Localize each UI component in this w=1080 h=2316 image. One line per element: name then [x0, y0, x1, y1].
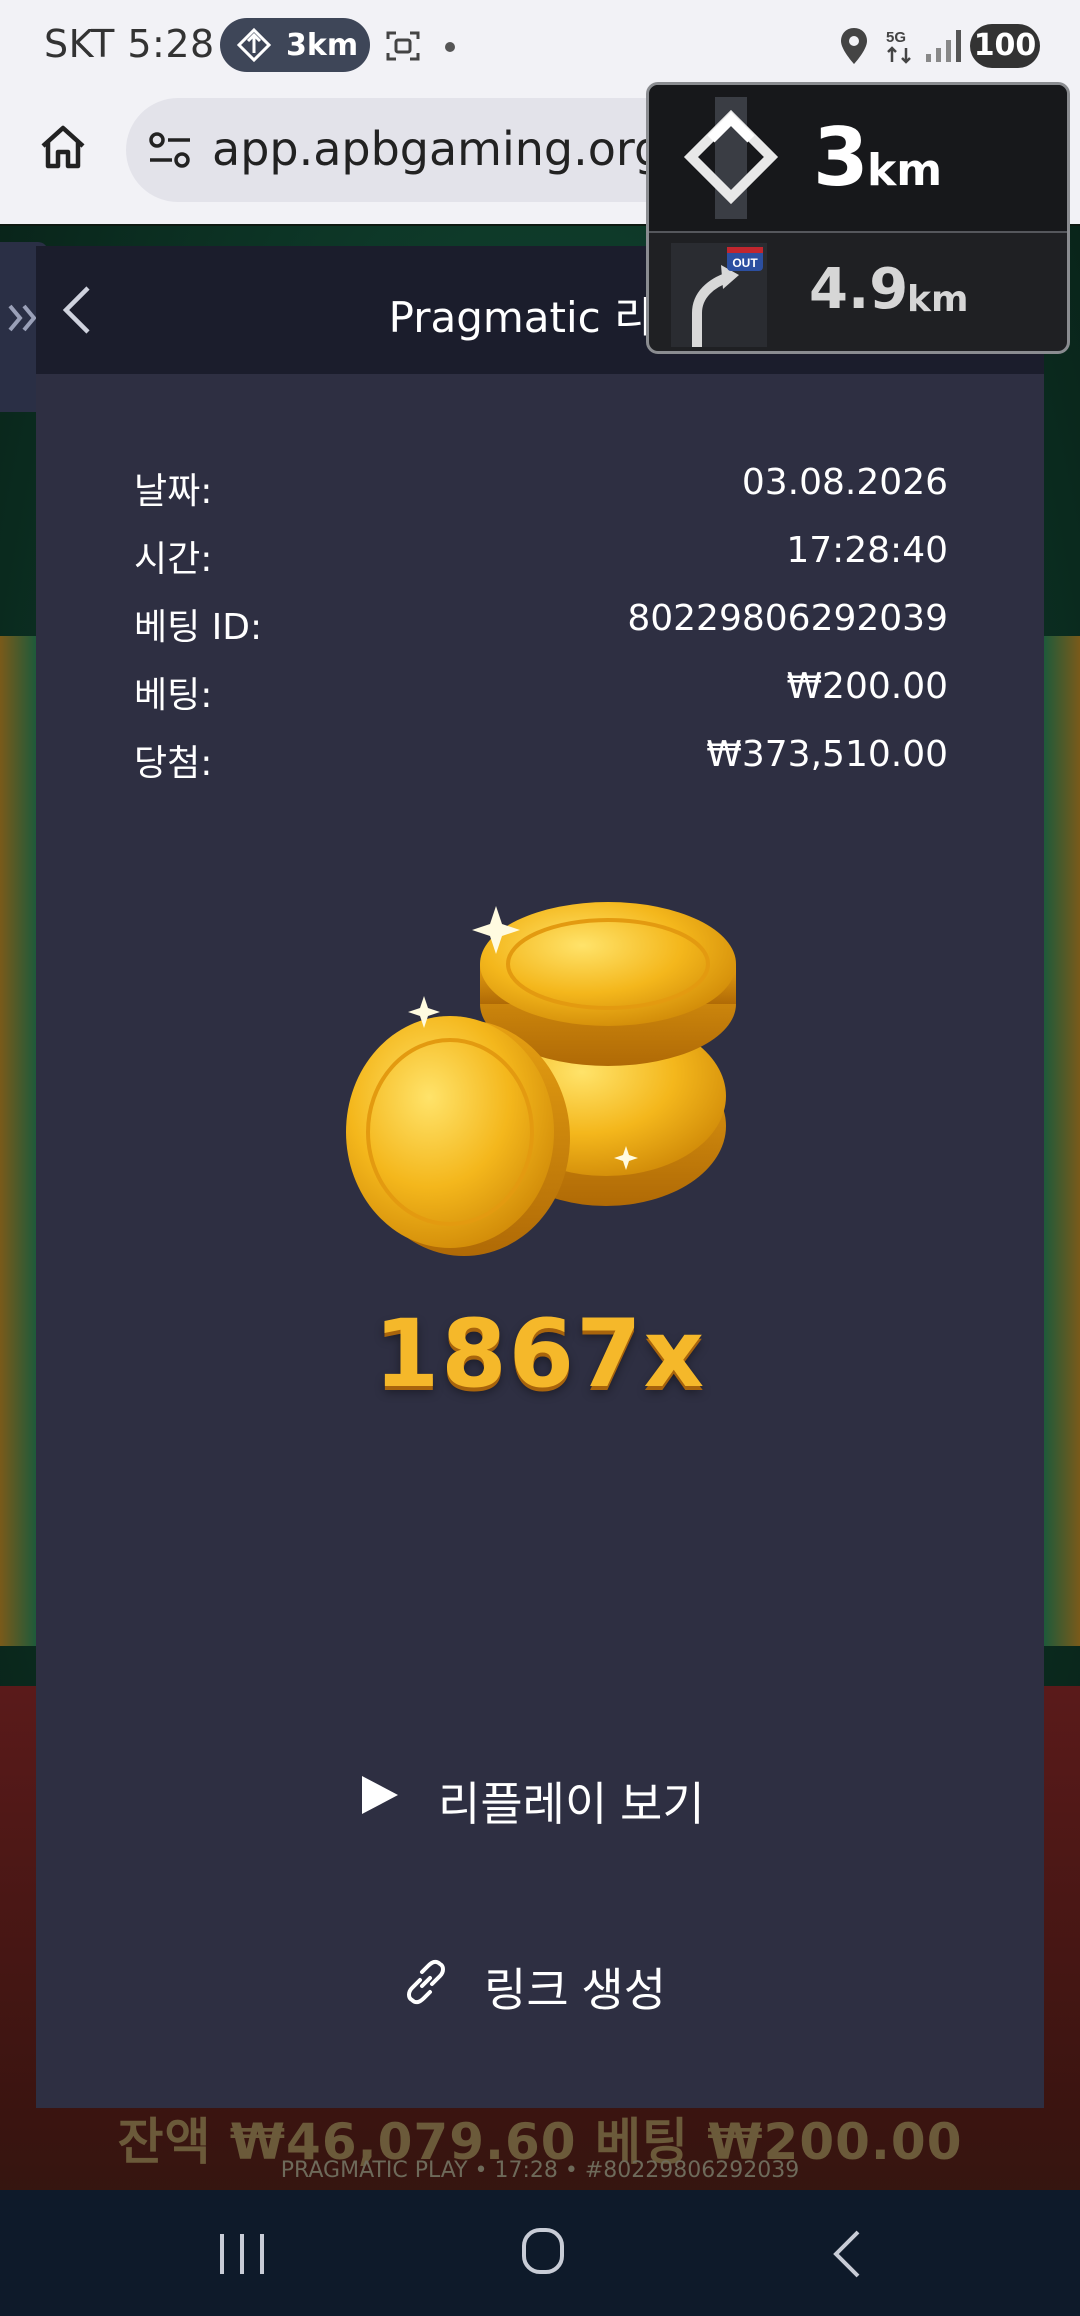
info-row-time: 시간: 17:28:40	[134, 530, 948, 582]
info-value: ₩373,510.00	[706, 734, 948, 775]
keep-straight-icon	[683, 97, 779, 219]
info-label: 시간:	[134, 539, 213, 580]
system-navigation-bar	[0, 2190, 1080, 2316]
navigation-main-instruction: 3 km	[649, 85, 1067, 231]
exit-ramp-icon: OUT	[671, 243, 767, 347]
double-chevron-right-icon	[8, 304, 37, 332]
info-row-bet: 베팅: ₩200.00	[134, 666, 948, 718]
site-settings-icon[interactable]	[148, 130, 192, 170]
recent-apps-icon[interactable]	[214, 2228, 270, 2280]
navigation-chip[interactable]: 3km	[220, 18, 370, 72]
info-value: 03.08.2026	[741, 462, 948, 503]
navigation-overlay[interactable]: 3 km OUT 4.9 km	[646, 82, 1070, 354]
main-distance-unit: km	[867, 145, 943, 196]
5g-data-icon: 5G	[886, 29, 911, 64]
next-distance-value: 4.9	[809, 257, 909, 322]
left-ornament	[0, 636, 36, 1646]
system-back-icon[interactable]	[826, 2226, 866, 2282]
main-distance-value: 3	[813, 111, 869, 204]
exit-badge-text: OUT	[732, 256, 758, 270]
gold-coins-icon	[346, 902, 736, 1256]
screenshot-icon	[386, 31, 420, 61]
svg-text:5G: 5G	[886, 29, 906, 46]
info-value: ₩200.00	[786, 666, 948, 707]
link-icon	[407, 1959, 445, 2005]
navigation-divider	[649, 231, 1067, 233]
signal-icon	[926, 30, 961, 62]
info-row-bet-id: 베팅 ID: 80229806292039	[134, 598, 948, 650]
carrier-time: SKT 5:28	[44, 22, 215, 66]
next-distance-unit: km	[907, 279, 969, 320]
create-link-label: 링크 생성	[484, 1964, 667, 2016]
info-label: 당첨:	[134, 743, 213, 784]
info-row-date: 날짜: 03.08.2026	[134, 462, 948, 514]
info-label: 날짜:	[134, 471, 213, 512]
notification-dot	[445, 42, 455, 52]
info-value: 17:28:40	[786, 530, 948, 571]
battery-badge: 100	[970, 24, 1040, 68]
background-meta-text: PRAGMATIC PLAY • 17:28 • #80229806292039	[280, 2158, 800, 2183]
info-row-win: 당첨: ₩373,510.00	[134, 734, 948, 786]
info-label: 베팅:	[134, 675, 213, 716]
location-icon	[841, 28, 867, 64]
url-text: app.apbgaming.org/	[212, 122, 679, 176]
replay-panel: Pragmatic 리플 날짜: 03.08.2026 시간: 17:28:40…	[36, 246, 1044, 2108]
win-multiplier: 1867x	[373, 1300, 707, 1409]
watch-replay-label: 리플레이 보기	[438, 1778, 705, 1830]
play-icon	[362, 1776, 398, 1814]
info-value: 80229806292039	[627, 598, 948, 639]
info-label: 베팅 ID:	[134, 607, 263, 648]
home-icon[interactable]	[38, 122, 88, 172]
create-link-button[interactable]: 링크 생성	[386, 1936, 746, 2026]
navigation-chip-distance: 3km	[286, 28, 359, 63]
home-button-icon[interactable]	[520, 2224, 566, 2278]
navigation-arrow-icon	[236, 27, 272, 63]
status-bar: SKT 5:28 3km 5G 100	[0, 0, 1080, 92]
watch-replay-button[interactable]: 리플레이 보기	[336, 1750, 776, 1840]
right-ornament	[1044, 636, 1080, 1646]
